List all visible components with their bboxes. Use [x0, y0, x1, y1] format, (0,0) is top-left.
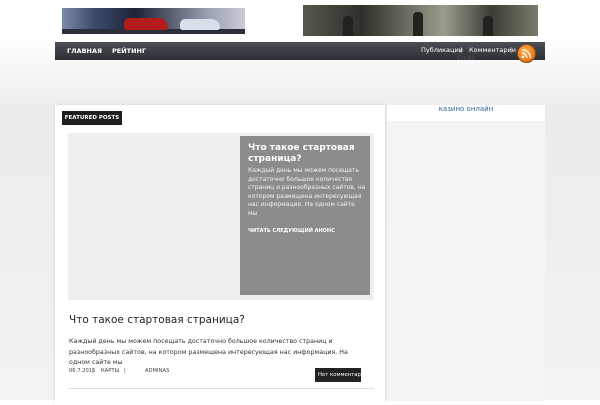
- rss-glyph: [521, 48, 532, 59]
- nav-separator: |: [460, 46, 463, 54]
- nav-link-email[interactable]: Email: [457, 54, 475, 62]
- post-meta-separator: |: [124, 368, 126, 374]
- nav-link-posts[interactable]: Публикации: [421, 46, 463, 54]
- nav-item-home[interactable]: ГЛАВНАЯ: [67, 42, 102, 60]
- sidebar-panel: [387, 121, 545, 401]
- post-category-link[interactable]: КАРТЫ: [101, 368, 119, 374]
- header-banner-shooter[interactable]: [303, 5, 538, 36]
- post-excerpt: Каждый день мы можем посещать достаточно…: [69, 338, 348, 366]
- nav-item-rating[interactable]: РЕЙТИНГ: [112, 42, 146, 60]
- featured-read-more-link[interactable]: ЧИТАТЬ СЛЕДУЮЩИЙ АНОНС: [248, 228, 335, 234]
- featured-posts-tab: FEATURED POSTS: [62, 111, 122, 125]
- nav-separator: |: [510, 46, 513, 54]
- featured-caption: Что такое стартовая страница? Каждый ден…: [240, 136, 370, 295]
- sidebar: казино онлайн: [387, 105, 545, 121]
- banner-figure: [343, 16, 353, 36]
- rss-icon[interactable]: [517, 44, 536, 63]
- nav-link-comments[interactable]: Комментарии: [469, 46, 516, 54]
- banner-white-car: [180, 19, 220, 30]
- banner-figure: [483, 16, 493, 36]
- comments-count-badge[interactable]: Нет комментариев: [315, 368, 361, 382]
- post-meta-separator: |: [92, 368, 94, 374]
- featured-excerpt: Каждый день мы можем посещать достаточно…: [248, 167, 366, 217]
- post-title[interactable]: Что такое стартовая страница?: [69, 314, 245, 326]
- main-navbar: ГЛАВНАЯ РЕЙТИНГ Публикации | Комментарии…: [55, 42, 545, 62]
- sidebar-link-casino[interactable]: казино онлайн: [387, 105, 545, 113]
- header-banner-racing[interactable]: [62, 8, 245, 34]
- post-author-link[interactable]: ADMINAS: [145, 368, 169, 374]
- post-divider: [68, 388, 374, 389]
- banner-figure: [413, 12, 423, 36]
- featured-title[interactable]: Что такое стартовая страница?: [248, 143, 366, 165]
- banner-red-car: [124, 18, 168, 30]
